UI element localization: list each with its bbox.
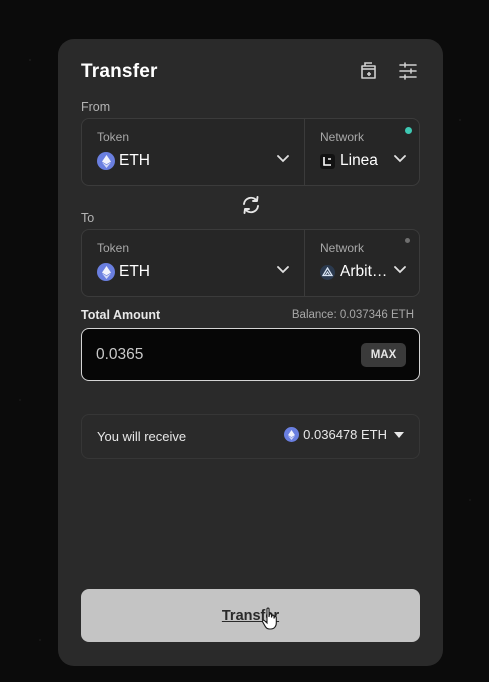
from-token-label: Token [97, 130, 130, 144]
sliders-icon[interactable] [396, 59, 420, 83]
receive-label: You will receive [97, 429, 187, 444]
to-selector: Token ETH Network Arbit… [81, 229, 420, 297]
chevron-down-icon [277, 266, 289, 274]
from-network-select[interactable]: Network Linea [305, 119, 421, 185]
from-label: From [81, 100, 111, 114]
balance-text: Balance: 0.037346 ETH [291, 309, 414, 321]
transfer-button[interactable]: Transfer [81, 589, 420, 642]
total-amount-label: Total Amount [81, 308, 161, 322]
caret-down-icon [394, 431, 404, 438]
eth-icon [97, 152, 115, 170]
to-token-label: Token [97, 241, 130, 255]
transfer-card: Transfer From Token ETH Network Linea To… [58, 39, 443, 666]
max-button[interactable]: MAX [361, 343, 406, 367]
to-label: To [81, 211, 95, 225]
from-selector: Token ETH Network Linea [81, 118, 420, 186]
wallet-add-icon[interactable] [357, 59, 381, 83]
amount-input[interactable] [96, 344, 336, 366]
to-token-value: ETH [119, 263, 150, 280]
status-dot [405, 127, 412, 134]
eth-icon [97, 263, 115, 281]
from-network-label: Network [320, 130, 365, 144]
status-dot [405, 238, 410, 243]
receive-amount: 0.036478 ETH [303, 427, 387, 442]
arbitrum-icon [320, 264, 335, 280]
to-network-value: Arbit… [340, 263, 388, 280]
page-title: Transfer [81, 61, 158, 82]
amount-field: MAX [81, 328, 420, 381]
to-network-label: Network [320, 241, 365, 255]
chevron-down-icon [394, 266, 406, 274]
receive-summary: You will receive 0.036478 ETH [81, 414, 420, 459]
chevron-down-icon [394, 155, 406, 163]
to-network-select[interactable]: Network Arbit… [305, 230, 421, 296]
hand-cursor-icon [261, 607, 277, 630]
from-token-value: ETH [119, 152, 150, 169]
linea-icon [320, 153, 335, 169]
eth-icon [284, 427, 300, 442]
from-token-select[interactable]: Token ETH [82, 119, 304, 185]
receive-details-toggle[interactable]: 0.036478 ETH [284, 427, 404, 442]
swap-direction-icon[interactable] [239, 193, 263, 217]
chevron-down-icon [277, 155, 289, 163]
from-network-value: Linea [340, 152, 378, 169]
to-token-select[interactable]: Token ETH [82, 230, 304, 296]
